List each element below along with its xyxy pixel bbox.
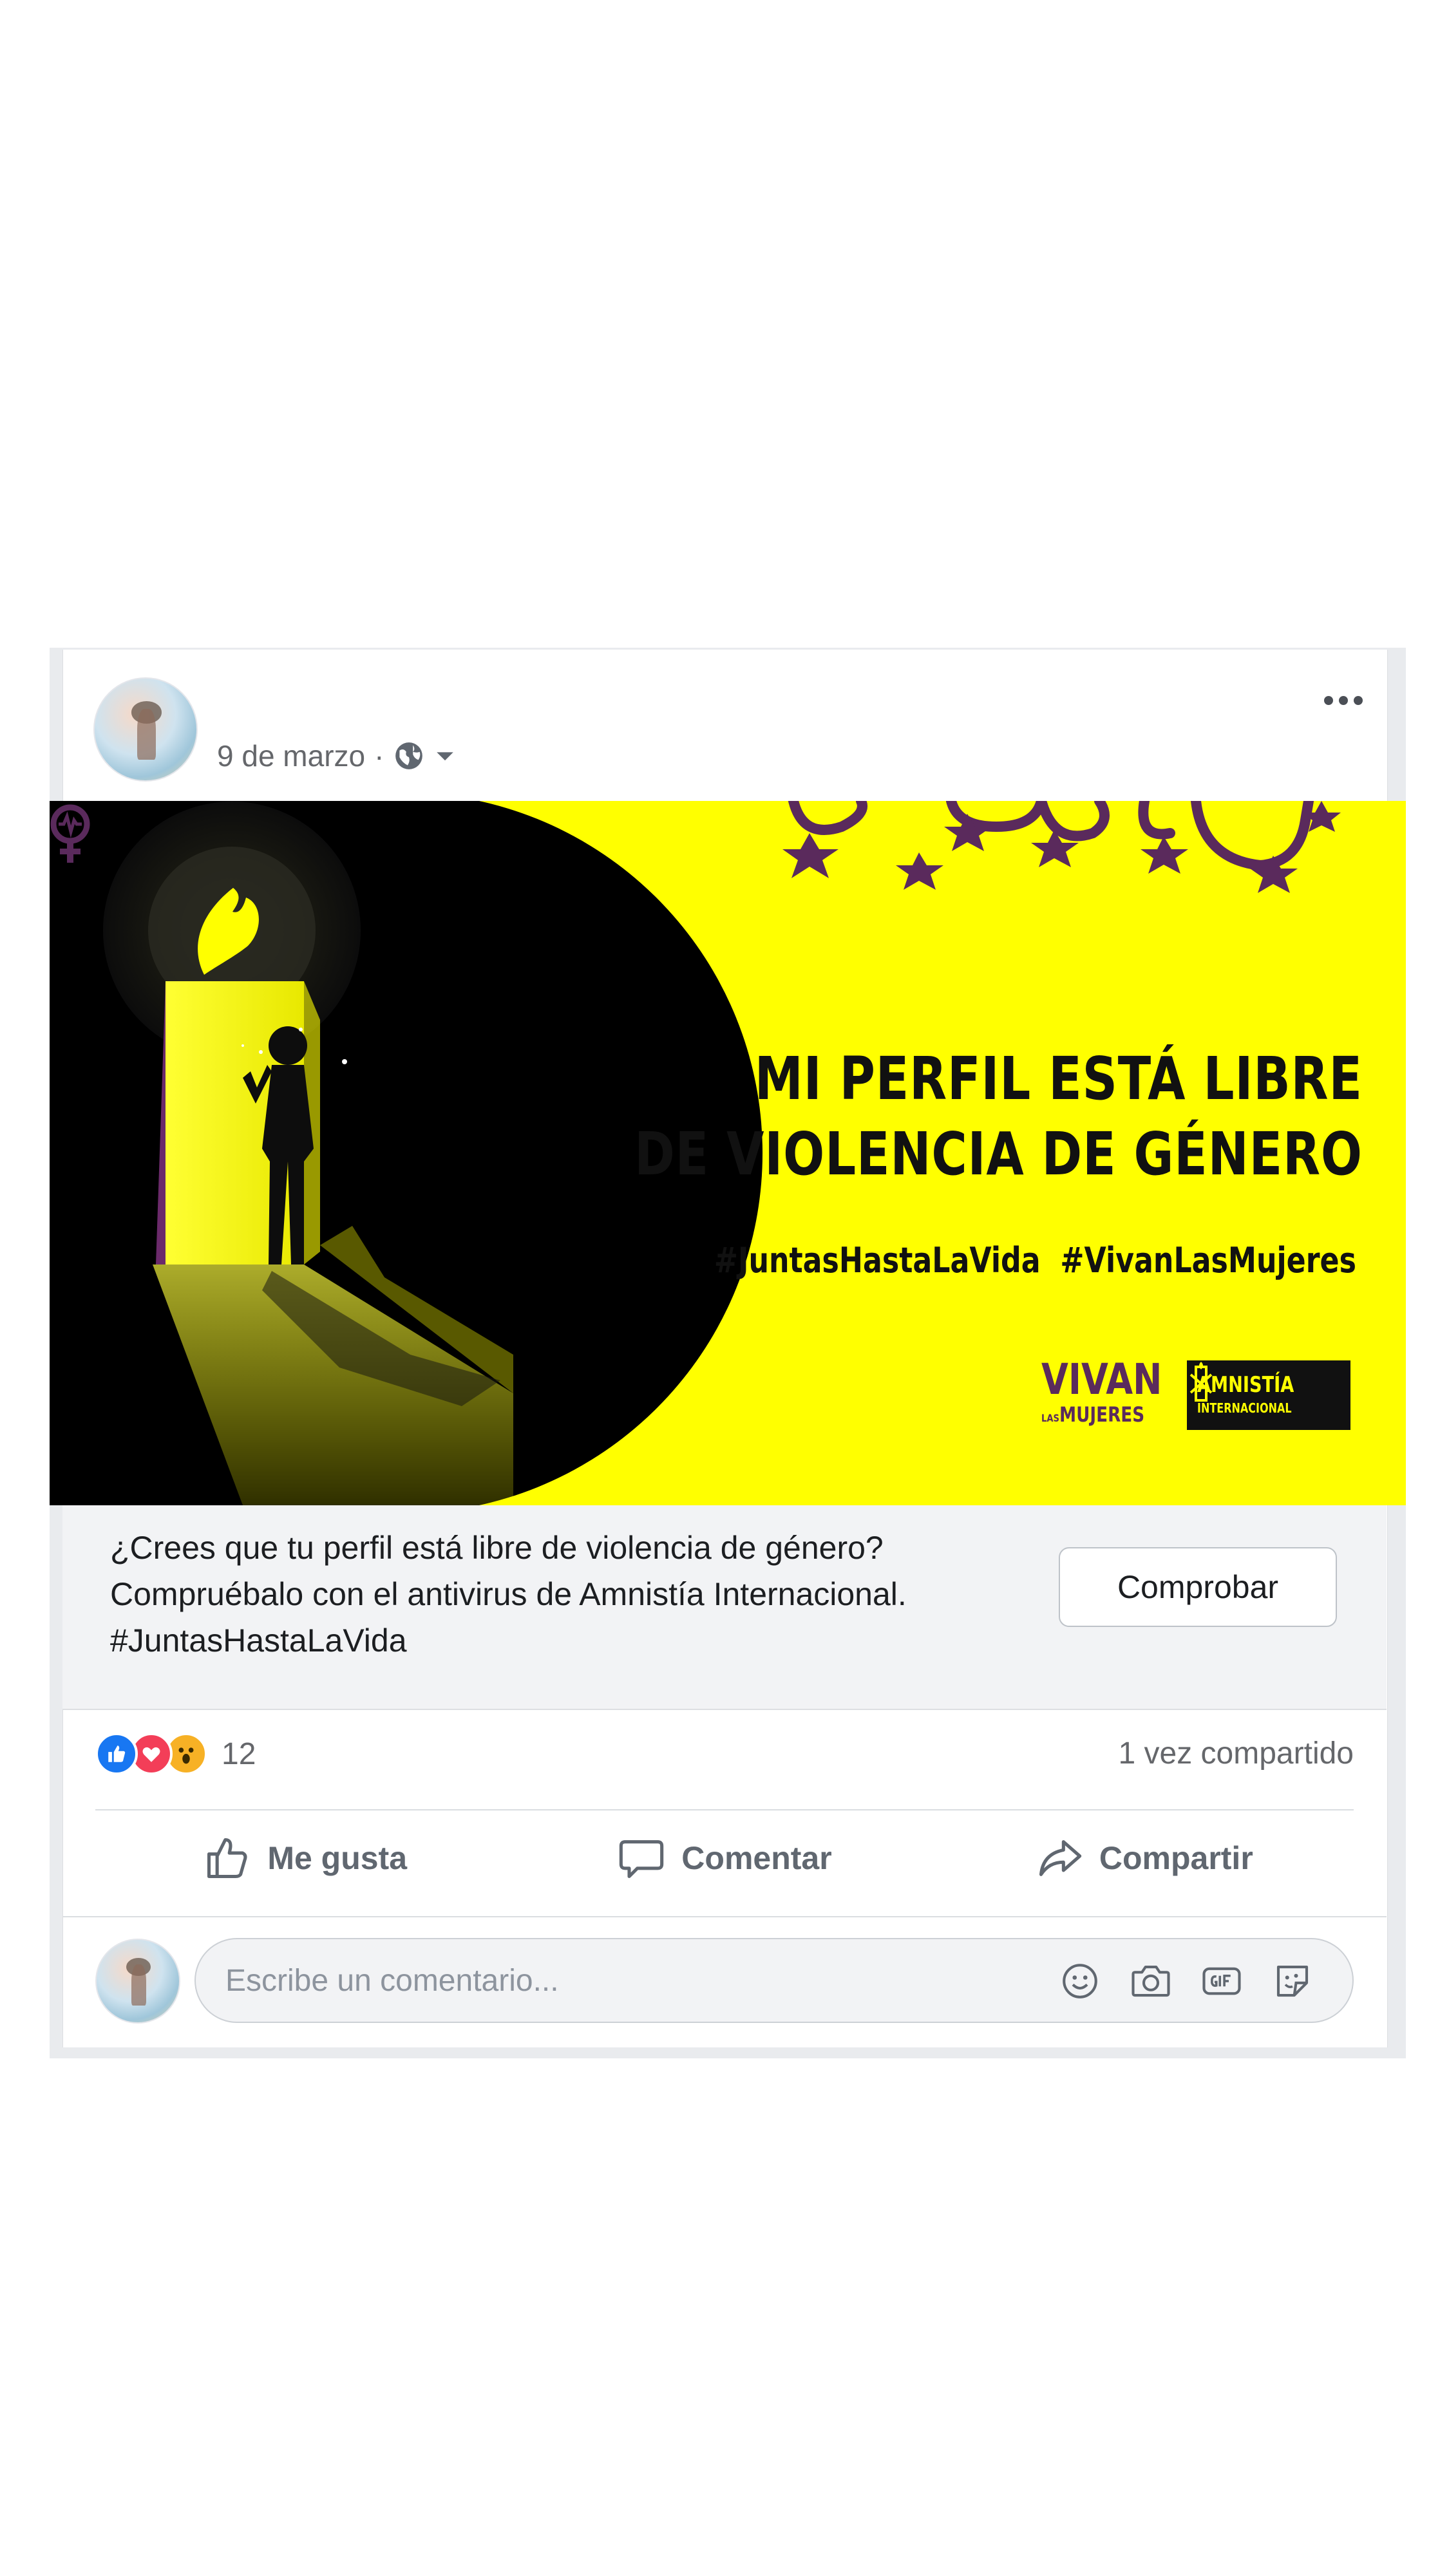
vivan-logo-subtext: LASMUJERES [1041,1402,1144,1427]
vivan-las: LAS [1041,1412,1059,1424]
post-actions: Me gusta Comentar Compartir [95,1813,1354,1903]
headline-line-1: MI PERFIL ESTÁ LIBRE [754,1044,1363,1113]
actions-divider [95,1809,1354,1810]
banner-headline: MI PERFIL ESTÁ LIBRE DE VIOLENCIA DE GÉN… [634,1041,1363,1192]
author-avatar[interactable] [93,677,198,782]
like-reaction-icon [95,1733,138,1775]
vivan-logo-text: VIVAN [1041,1355,1162,1404]
reaction-count: 12 [222,1736,256,1771]
comment-label: Comentar [681,1840,832,1876]
like-button[interactable]: Me gusta [95,1813,515,1903]
venus-symbol-icon [50,804,90,863]
post-meta: 9 de marzo · [217,737,456,775]
comprobar-button[interactable]: Comprobar [1059,1547,1337,1627]
viewer-avatar[interactable] [95,1939,180,2024]
post-image[interactable]: MI PERFIL ESTÁ LIBRE DE VIOLENCIA DE GÉN… [50,801,1406,1505]
sticker-icon[interactable] [1271,1960,1314,2002]
description-line-2: Compruébalo con el antivirus de Amnistía… [110,1576,907,1612]
camera-icon[interactable] [1130,1960,1172,2002]
comment-button[interactable]: Comentar [515,1813,934,1903]
link-preview[interactable]: ¿Crees que tu perfil está libre de viole… [62,1505,1387,1710]
caret-down-icon[interactable] [434,745,456,767]
share-arrow-icon [1039,1840,1082,1876]
amnesty-candle-icon [1189,1362,1213,1402]
share-label: Compartir [1099,1840,1253,1876]
share-button[interactable]: Compartir [934,1813,1354,1903]
description-line-3[interactable]: #JuntasHastaLaVida [110,1617,1076,1664]
share-count[interactable]: 1 vez compartido [1118,1736,1354,1771]
like-label: Me gusta [267,1840,408,1876]
globe-icon[interactable] [393,740,425,772]
emoji-icon[interactable] [1059,1960,1101,2002]
gif-icon[interactable] [1200,1960,1243,2002]
vivan-mujeres: MUJERES [1059,1402,1145,1427]
post-date[interactable]: 9 de marzo [217,738,365,773]
amnesty-logo: AMNISTÍA INTERNACIONAL [1187,1360,1350,1430]
comment-icon [620,1840,664,1879]
reactions-summary[interactable]: 12 [95,1733,256,1775]
comment-input[interactable] [225,1939,998,2022]
meta-separator: · [374,739,384,773]
comment-field[interactable] [194,1938,1354,2023]
banner-hashtags: #JuntasHastaLaVida #VivanLasMujeres [714,1240,1356,1281]
thumbs-up-icon [207,1838,247,1879]
description-line-1: ¿Crees que tu perfil está libre de viole… [110,1530,884,1566]
link-description: ¿Crees que tu perfil está libre de viole… [110,1525,1076,1664]
headline-line-2: DE VIOLENCIA DE GÉNERO [634,1120,1363,1189]
more-options-icon[interactable] [1318,688,1369,713]
